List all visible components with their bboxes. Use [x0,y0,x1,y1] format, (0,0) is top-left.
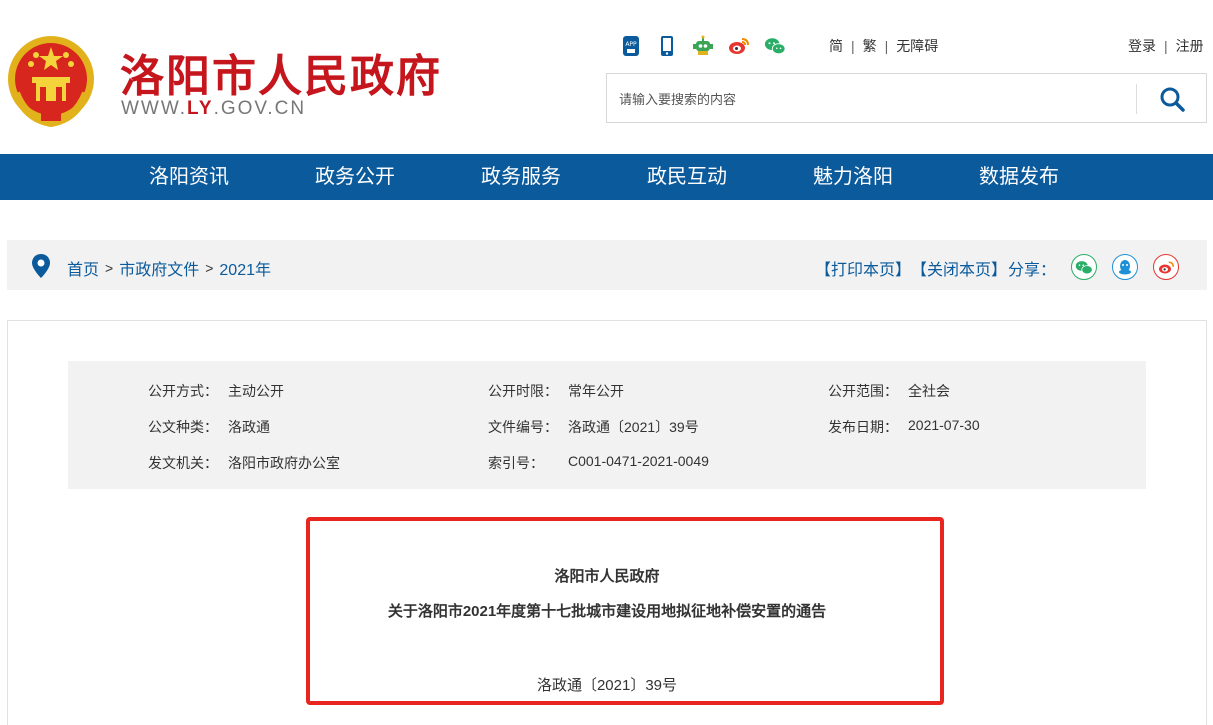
share-qq-button[interactable] [1112,254,1138,280]
breadcrumb-separator: > [205,260,214,276]
meta-label: 发文机关： [148,455,218,471]
account-links: 登录 | 注册 [1128,36,1204,56]
meta-issuer: 发文机关： 洛阳市政府办公室 [148,453,340,473]
separator: | [884,38,889,54]
nav-charming-luoyang[interactable]: 魅力洛阳 [813,154,893,200]
site-title[interactable]: 洛阳市人民政府 [120,40,442,104]
main-nav: 洛阳资讯 政务公开 政务服务 政民互动 魅力洛阳 数据发布 [0,154,1213,200]
separator: | [1164,38,1168,54]
print-page-link[interactable]: 【打印本页】 [815,256,911,280]
meta-doc-number: 文件编号： 洛政通〔2021〕39号 [488,417,699,437]
nav-luoyang-news[interactable]: 洛阳资讯 [149,154,229,200]
meta-value: 全社会 [908,383,950,399]
nav-government-affairs-disclosure[interactable]: 政务公开 [315,154,395,200]
document-issuing-org: 洛阳市人民政府 [554,568,660,585]
traditional-chinese-link[interactable]: 繁 [863,36,877,56]
meta-label: 公开范围： [828,383,898,399]
meta-label: 公文种类： [148,419,218,435]
meta-label: 公开方式： [148,383,218,399]
page-tools: 【打印本页】 【关闭本页】 [815,256,1007,280]
nav-government-services[interactable]: 政务服务 [481,154,561,200]
breadcrumb-city-documents[interactable]: 市政府文件 [119,256,199,280]
breadcrumb: 首页 > 市政府文件 > 2021年 [67,256,271,280]
nav-public-interaction[interactable]: 政民互动 [647,154,727,200]
document-title: 关于洛阳市2021年度第十七批城市建设用地拟征地补偿安置的通告 [387,603,827,620]
meta-label: 文件编号： [488,419,558,435]
breadcrumb-year[interactable]: 2021年 [219,256,271,280]
meta-value: 常年公开 [568,383,624,399]
simplified-chinese-link[interactable]: 简 [829,36,843,56]
weibo-icon [1158,261,1174,273]
site-header: 洛阳市人民政府 WWW.LY.GOV.CN APP 简 | 繁 | 无障碍 登录… [0,0,1213,154]
breadcrumb-bar: 首页 > 市政府文件 > 2021年 【打印本页】 【关闭本页】 分享： [7,240,1207,290]
meta-disclosure-method: 公开方式： 主动公开 [148,381,284,401]
meta-value: 洛阳市政府办公室 [228,455,340,471]
meta-value: 洛政通〔2021〕39号 [568,419,699,435]
article-panel: 公开方式： 主动公开 公开时限： 常年公开 公开范围： 全社会 公文种类： 洛政… [7,320,1207,725]
weibo-icon[interactable] [728,35,750,57]
mobile-icon[interactable] [656,35,678,57]
domain-highlight: LY [187,98,214,119]
meta-label: 发布日期： [828,419,898,435]
meta-disclosure-period: 公开时限： 常年公开 [488,381,624,401]
breadcrumb-separator: > [105,260,114,276]
wechat-icon[interactable] [764,35,786,57]
national-emblem-logo[interactable] [6,33,96,128]
meta-value: 主动公开 [228,383,284,399]
document-metadata: 公开方式： 主动公开 公开时限： 常年公开 公开范围： 全社会 公文种类： 洛政… [68,361,1146,489]
qq-icon [1119,260,1131,275]
wechat-icon [1075,260,1093,274]
meta-label: 索引号： [488,455,544,471]
meta-label: 公开时限： [488,383,558,399]
language-switch: 简 | 繁 | 无障碍 [829,36,938,56]
share-label: 分享： [1008,262,1057,279]
location-pin-icon [31,253,51,284]
meta-value: 洛政通 [228,419,270,435]
login-link[interactable]: 登录 [1128,36,1156,56]
domain-prefix: WWW. [121,98,188,119]
meta-value: C001-0471-2021-0049 [568,453,709,469]
meta-publish-date: 发布日期： 2021-07-30 [828,417,980,437]
meta-disclosure-scope: 公开范围： 全社会 [828,381,950,401]
close-page-link[interactable]: 【关闭本页】 [911,256,1007,280]
search-divider [1136,84,1137,114]
document-number: 洛政通〔2021〕39号 [536,677,678,694]
separator: | [851,38,855,54]
domain-suffix: .GOV.CN [213,98,307,119]
search-input[interactable] [619,86,1119,112]
breadcrumb-home[interactable]: 首页 [67,256,99,280]
nav-data-release[interactable]: 数据发布 [979,154,1059,200]
robot-icon[interactable] [692,35,714,57]
share-weibo-button[interactable] [1153,254,1179,280]
search-icon [1160,87,1185,112]
app-icon[interactable]: APP [620,35,642,57]
register-link[interactable]: 注册 [1176,36,1204,56]
search-button[interactable] [1147,82,1197,116]
meta-index-number: 索引号： C001-0471-2021-0049 [488,453,709,473]
site-domain: WWW.LY.GOV.CN [121,98,306,120]
accessibility-link[interactable]: 无障碍 [896,36,938,56]
search-box [606,73,1207,123]
svg-text:APP: APP [625,41,637,48]
meta-doc-type: 公文种类： 洛政通 [148,417,270,437]
meta-value: 2021-07-30 [908,417,980,433]
share-wechat-button[interactable] [1071,254,1097,280]
top-icon-bar: APP [620,34,786,58]
